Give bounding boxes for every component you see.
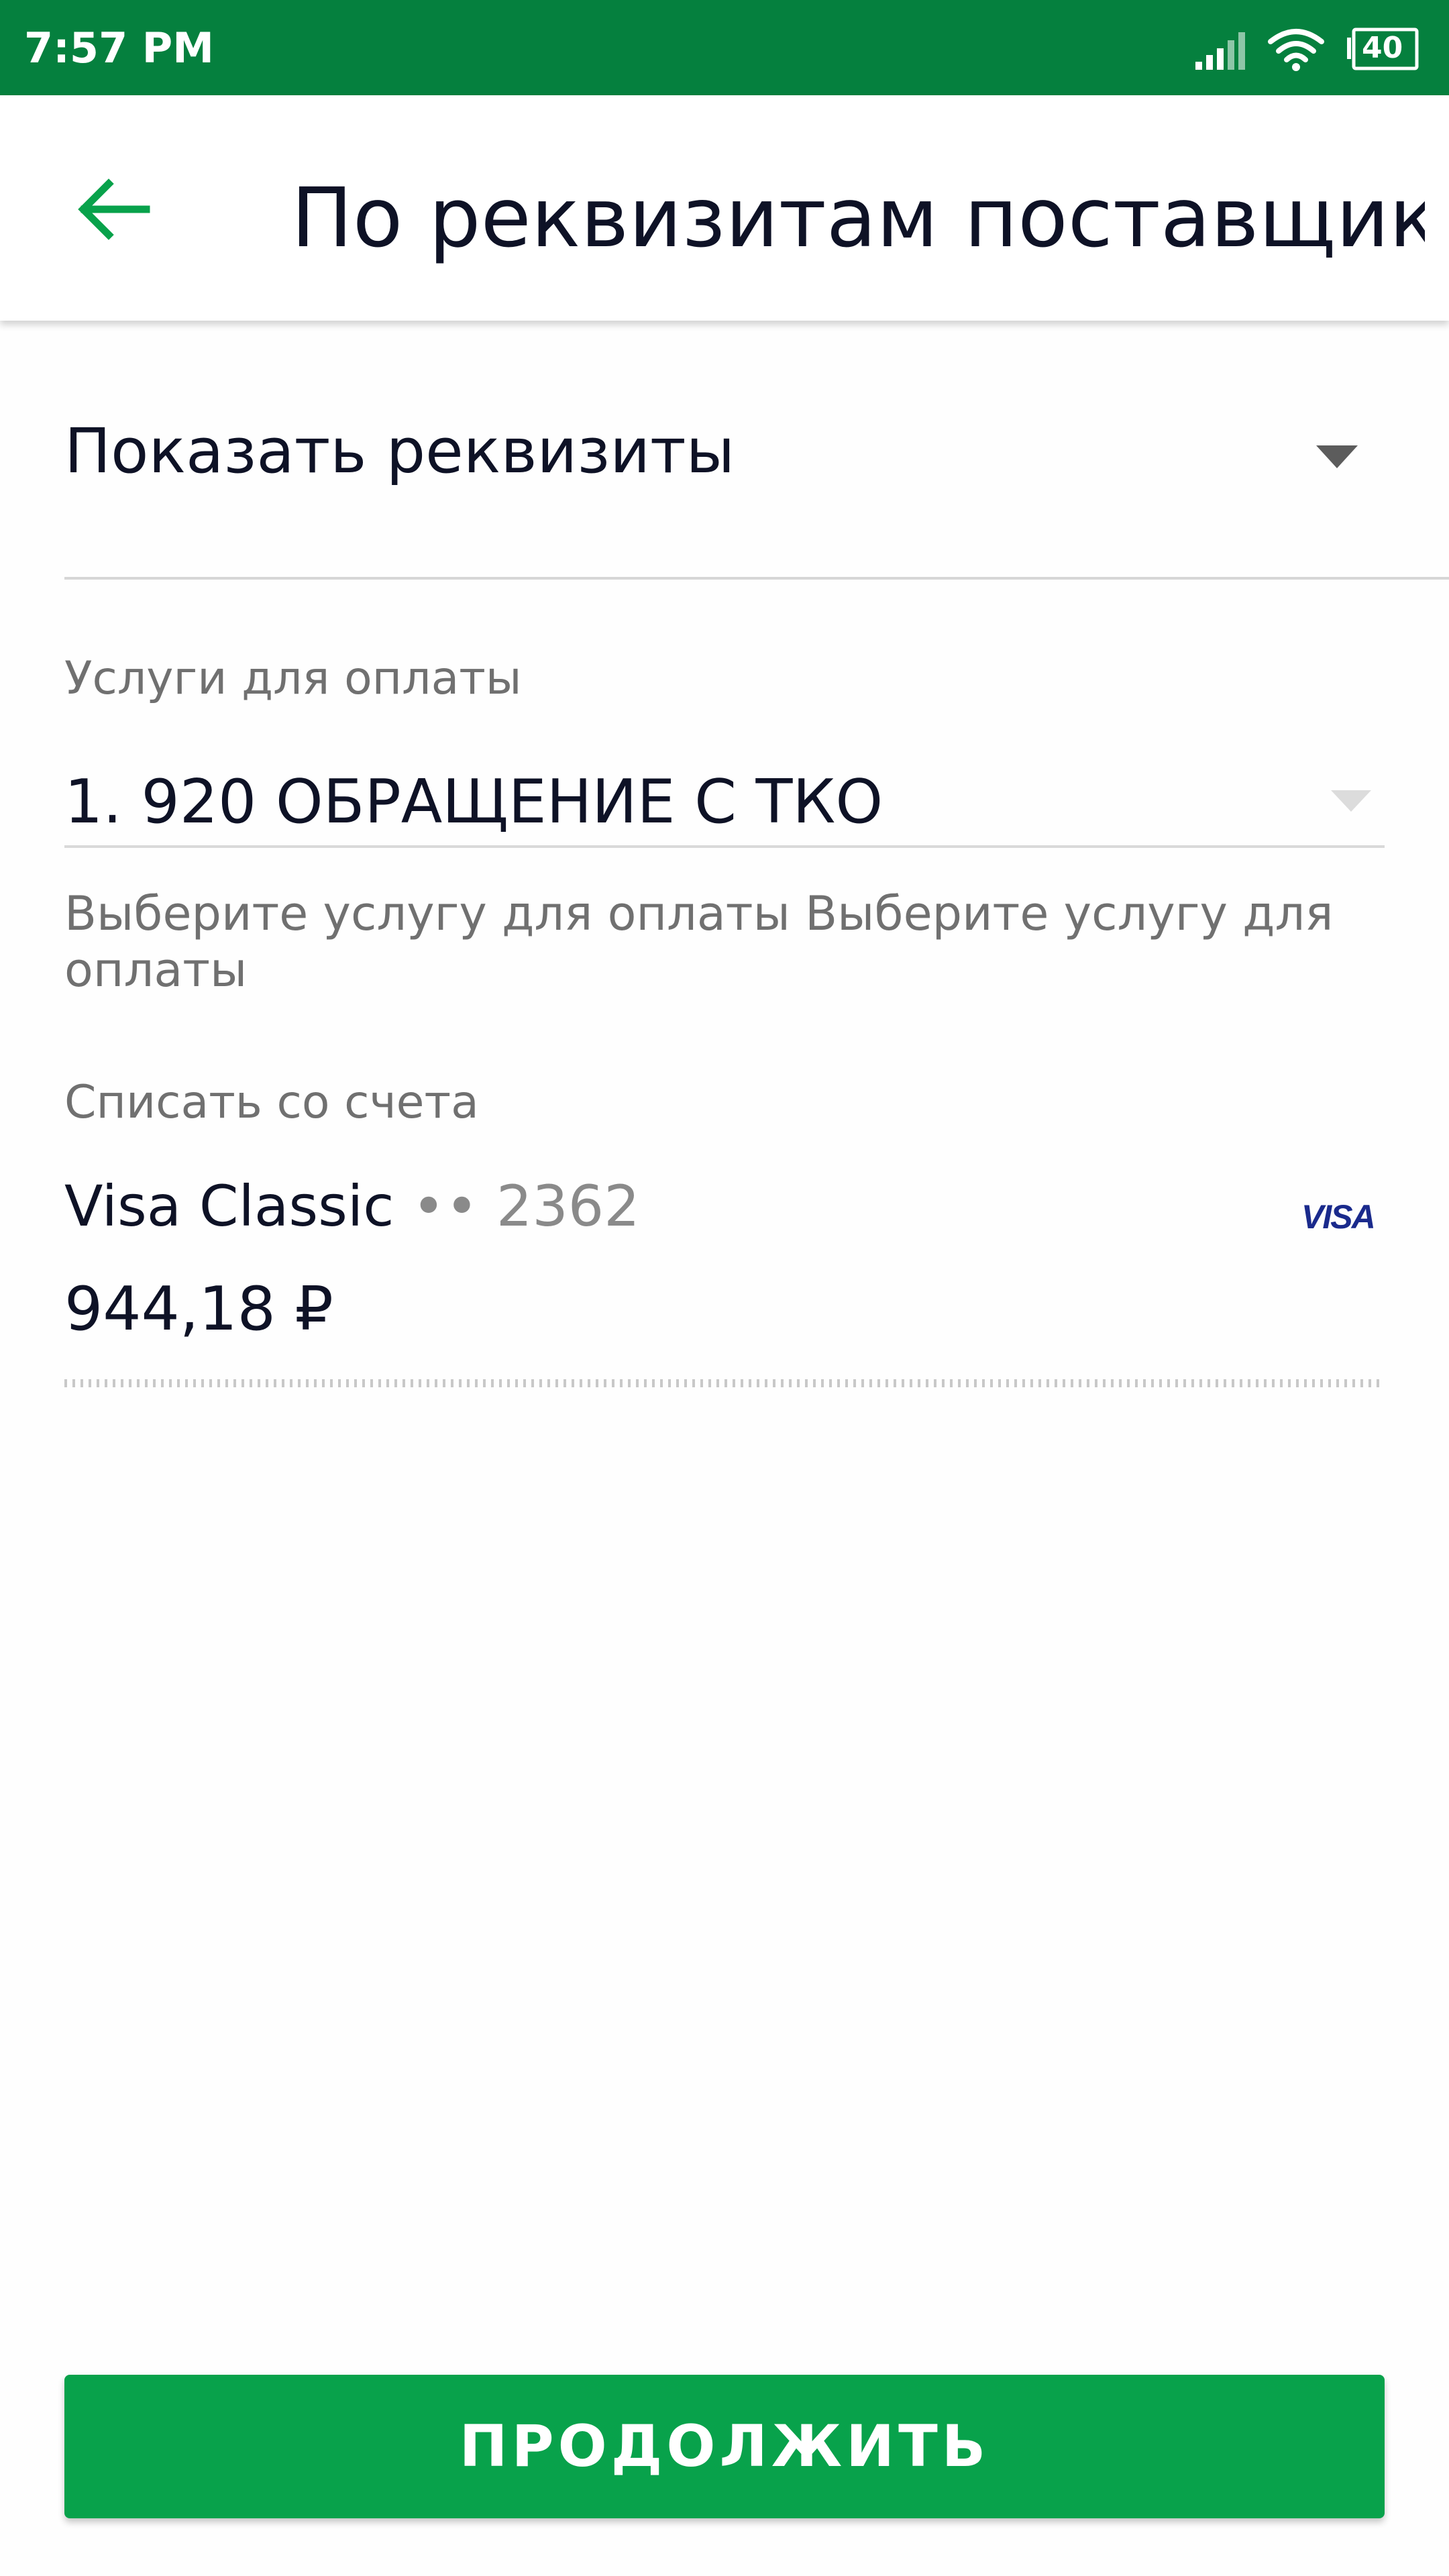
- battery-level: 40: [1362, 31, 1403, 65]
- card-number: 2362: [496, 1173, 640, 1239]
- service-selected-value: 1. 920 ОБРАЩЕНИЕ С ТКО: [64, 767, 883, 837]
- divider: [64, 577, 1449, 580]
- status-time: 7:57 PM: [24, 23, 214, 72]
- continue-button[interactable]: ПРОДОЛЖИТЬ: [64, 2375, 1385, 2518]
- visa-logo: VISA: [1301, 1198, 1376, 1236]
- service-helper-text: Выберите услугу для оплаты Выберите услу…: [64, 886, 1334, 998]
- screen: 7:57 PM 40 По реквизитам поставщик Показ…: [0, 0, 1449, 2576]
- show-details-label: Показать реквизиты: [64, 415, 735, 487]
- signal-icon: [1195, 32, 1245, 70]
- card-mask: ••: [412, 1173, 479, 1239]
- account-select[interactable]: Visa Classic •• 2362 VISA 944,18 ₽: [64, 1161, 1385, 1389]
- arrow-left-icon: [78, 178, 150, 240]
- page-title: По реквизитам поставщика...: [291, 170, 1425, 266]
- status-icons: 40: [1194, 25, 1422, 72]
- dropdown-arrow-icon: [1331, 790, 1371, 812]
- app-bar: По реквизитам поставщика...: [0, 95, 1449, 321]
- dotted-underline: [64, 1379, 1379, 1387]
- service-field-label: Услуги для оплаты: [64, 652, 522, 705]
- card-info: Visa Classic •• 2362: [64, 1173, 640, 1240]
- account-balance: 944,18 ₽: [64, 1274, 333, 1344]
- show-details-toggle[interactable]: Показать реквизиты: [0, 321, 1449, 580]
- back-button[interactable]: [64, 162, 158, 256]
- service-underline: [64, 845, 1385, 848]
- wifi-icon: [1268, 29, 1324, 71]
- service-select[interactable]: 1. 920 ОБРАЩЕНИЕ С ТКО: [64, 753, 1385, 849]
- card-name: Visa Classic: [64, 1173, 394, 1239]
- status-bar: 7:57 PM 40: [0, 0, 1449, 95]
- chevron-down-icon: [1316, 445, 1358, 468]
- account-field-label: Списать со счета: [64, 1076, 479, 1129]
